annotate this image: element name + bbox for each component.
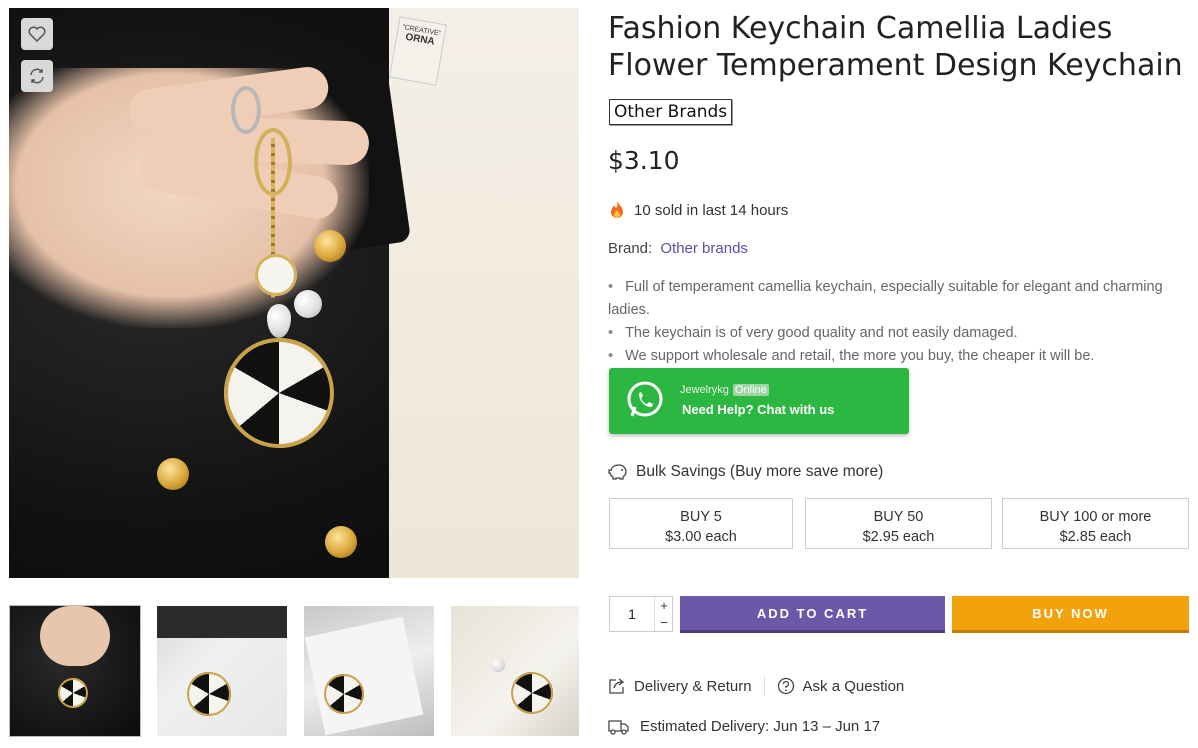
product-title: Fashion Keychain Camellia Ladies Flower … [608,11,1183,83]
keychain-pearl [294,290,322,318]
tier-qty: BUY 100 or more [1039,509,1152,525]
fire-icon [611,201,623,218]
thumb-flower [324,674,364,714]
product-description: Full of temperament camellia keychain, e… [608,276,1178,368]
online-status: Online [732,384,769,396]
share-box-icon [609,678,625,694]
coat-button [157,458,189,490]
delivery-return-link[interactable]: Delivery & Return [608,677,752,695]
bulk-title-text: Bulk Savings (Buy more save more) [636,463,884,480]
brand-link[interactable]: Other brands [660,240,748,257]
truck-icon [608,719,629,735]
thumb-pearl [491,658,505,672]
whatsapp-name: Jewelrykg [680,384,729,396]
tier-qty: BUY 5 [680,509,722,525]
description-bullet: We support wholesale and retail, the mor… [608,345,1178,368]
tier-price: $3.00 each [665,529,737,545]
quantity-input[interactable]: 1 [610,597,654,631]
thumbnail-2[interactable] [157,606,287,736]
quantity-plus-button[interactable]: + [654,597,673,614]
whatsapp-name-row: Jewelrykg Online [680,384,769,396]
thumb-dark-strip [157,606,287,638]
bulk-tier-50[interactable]: BUY 50 $2.95 each [805,498,992,549]
coat-button [314,230,346,262]
sold-indicator: 10 sold in last 14 hours [608,200,788,220]
tier-price: $2.95 each [862,529,935,545]
whatsapp-chat-button[interactable]: Jewelrykg Online Need Help? Chat with us [609,368,909,434]
question-circle-icon [777,677,794,695]
tier-qty: BUY 50 [873,509,924,525]
description-bullet: The keychain is of very good quality and… [608,322,1178,345]
estimated-delivery-text: Estimated Delivery: Jun 13 – Jun 17 [640,718,881,735]
ask-question-label: Ask a Question [802,677,905,695]
quantity-stepper[interactable]: 1 + − [609,596,673,632]
thumbnail-3[interactable] [304,606,434,736]
thumb-flower [58,678,88,708]
bulk-tier-5[interactable]: BUY 5 $3.00 each [609,498,793,549]
add-to-cart-button[interactable]: ADD TO CART [680,596,945,633]
whatsapp-icon [627,381,663,417]
delivery-return-label: Delivery & Return [634,677,752,695]
thumb-card [304,616,424,736]
finger-ring [231,86,261,134]
buy-now-button[interactable]: BUY NOW [952,596,1189,633]
thumb-hand [40,606,110,666]
heart-icon[interactable] [21,18,53,50]
thumb-flower [511,672,553,714]
compare-icon[interactable] [21,60,53,92]
brand-line: Brand: Other brands [608,240,748,257]
piggy-bank-icon [608,464,627,480]
ask-question-link[interactable]: Ask a Question [777,677,905,695]
product-main-image[interactable]: “CREATIVE” ORNA [9,8,579,578]
estimated-delivery: Estimated Delivery: Jun 13 – Jun 17 [608,718,880,735]
thumbnail-4[interactable] [451,606,579,736]
product-links: Delivery & Return Ask a Question [608,676,904,696]
coat-button [325,526,357,558]
bulk-tier-100[interactable]: BUY 100 or more $2.85 each [1002,498,1189,549]
tier-price: $2.85 each [1059,529,1132,545]
quantity-minus-button[interactable]: − [654,614,673,631]
product-price: $3.10 [608,146,680,175]
whatsapp-help-text: Need Help? Chat with us [682,402,835,417]
description-bullet: Full of temperament camellia keychain, e… [608,276,1178,322]
sold-text: 10 sold in last 14 hours [634,201,789,219]
brand-badge[interactable]: Other Brands [609,99,733,125]
links-divider [763,676,765,696]
bulk-savings-title: Bulk Savings (Buy more save more) [608,463,883,481]
wall-background [389,8,579,578]
brand-label: Brand: [608,240,653,257]
thumb-flower [187,672,231,716]
keychain-camellia-flower [224,338,334,448]
keychain-small-flower [255,254,297,296]
thumbnail-1[interactable] [9,605,141,737]
